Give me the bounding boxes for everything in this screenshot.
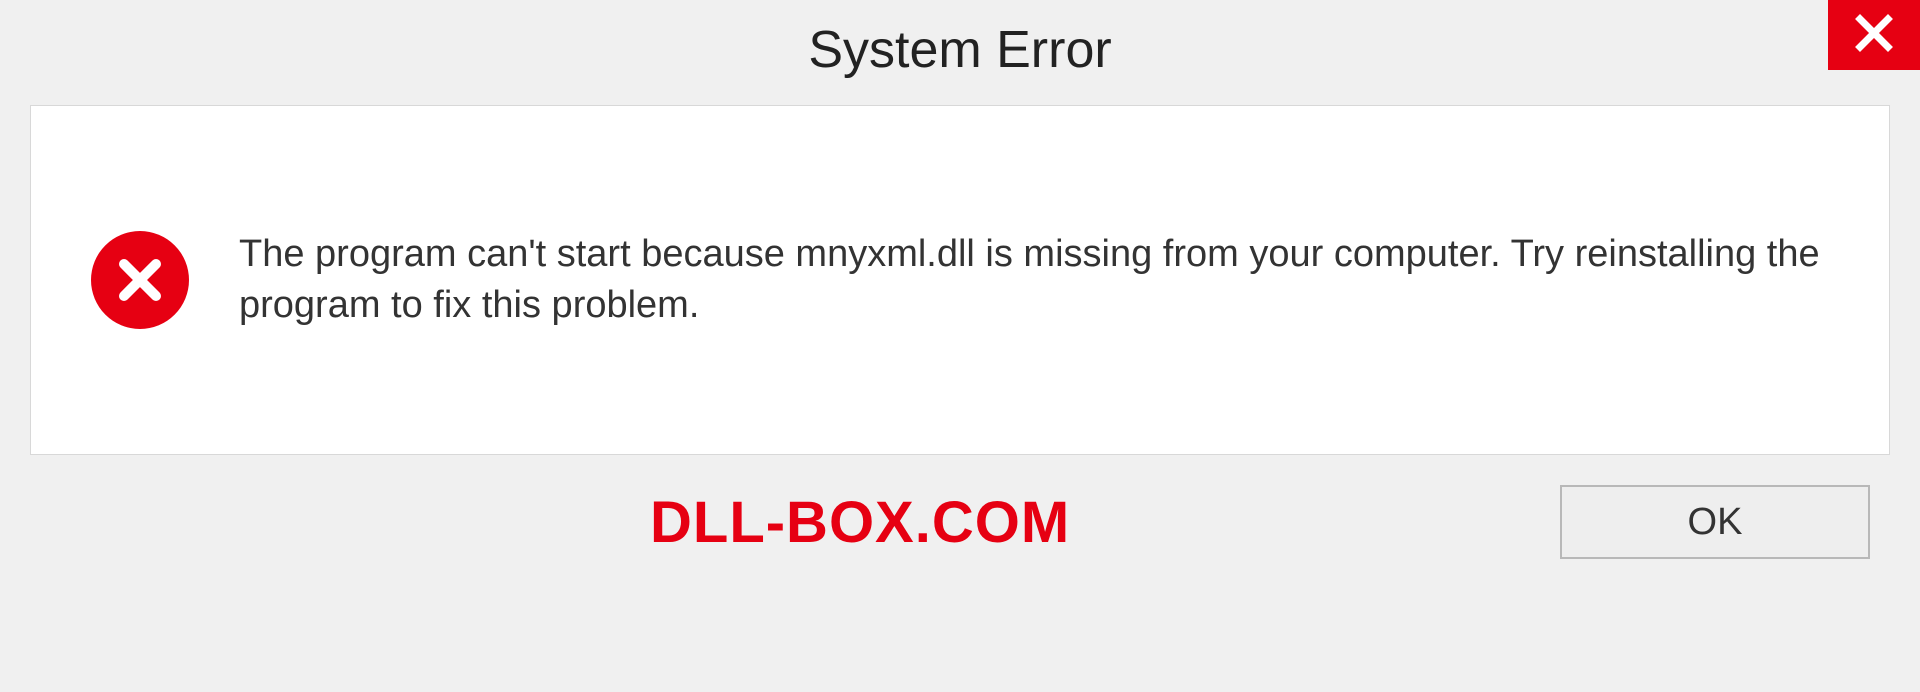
error-message: The program can't start because mnyxml.d… bbox=[239, 229, 1829, 332]
dialog-title: System Error bbox=[808, 20, 1111, 80]
dialog-footer: DLL-BOX.COM OK bbox=[30, 485, 1890, 559]
titlebar: System Error bbox=[0, 0, 1920, 105]
message-panel: The program can't start because mnyxml.d… bbox=[30, 105, 1890, 455]
close-icon bbox=[1854, 13, 1894, 58]
ok-button[interactable]: OK bbox=[1560, 485, 1870, 559]
close-button[interactable] bbox=[1828, 0, 1920, 70]
watermark-text: DLL-BOX.COM bbox=[650, 489, 1070, 556]
error-icon bbox=[91, 231, 189, 329]
